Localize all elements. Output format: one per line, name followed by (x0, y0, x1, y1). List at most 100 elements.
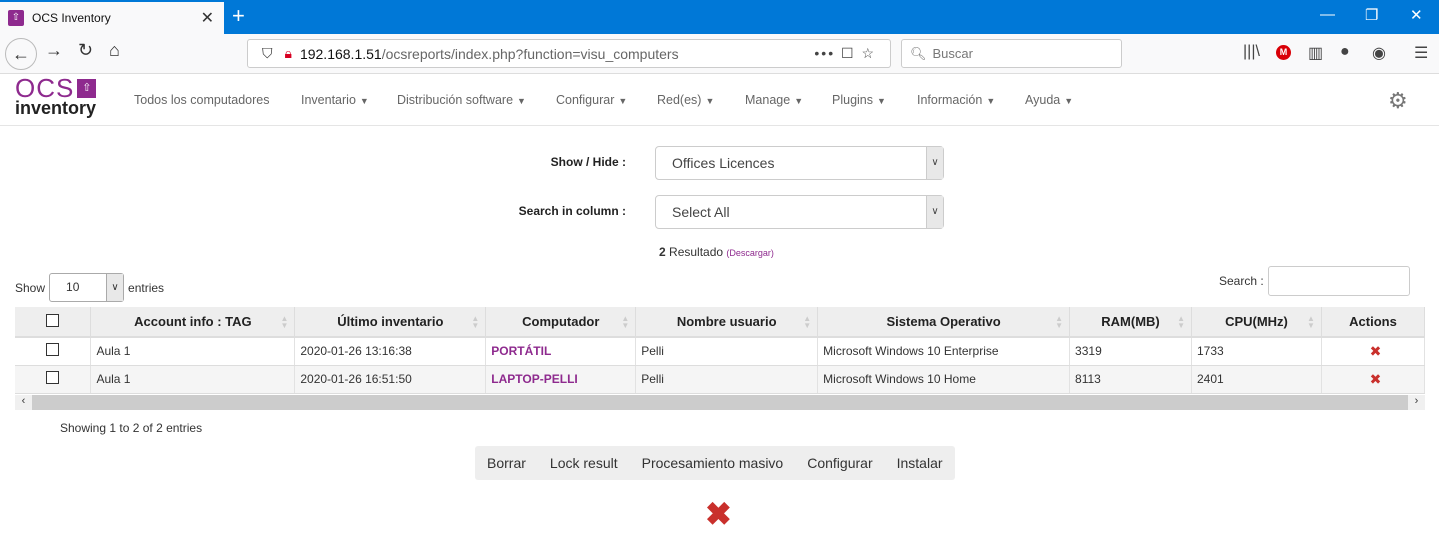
search-bar[interactable]: 🔍︎ Buscar (901, 39, 1122, 68)
sort-icon: ▲ ▼ (1307, 314, 1315, 330)
cell-cpu: 2401 (1191, 365, 1322, 394)
sidebar-icon[interactable]: ▥ (1308, 43, 1323, 63)
delete-selected-icon[interactable]: ✖ (705, 495, 732, 533)
action-buttons: Borrar Lock result Procesamiento masivo … (475, 446, 955, 480)
chevron-down-icon: ∨ (926, 147, 943, 179)
column-header[interactable]: Nombre usuario ▲ ▼ (635, 307, 819, 338)
column-header[interactable]: Último inventario ▲ ▼ (294, 307, 487, 338)
menu-inventario[interactable]: Inventario ▼ (301, 93, 369, 107)
column-header[interactable]: Computador ▲ ▼ (485, 307, 637, 338)
scroll-right-icon[interactable]: › (1408, 395, 1425, 410)
page-actions-icons[interactable]: ••• ☐ ☆ (814, 45, 876, 62)
scroll-left-icon[interactable]: ‹ (15, 395, 32, 410)
instalar-button[interactable]: Instalar (885, 446, 955, 480)
configurar-button[interactable]: Configurar (795, 446, 884, 480)
column-header[interactable]: Sistema Operativo ▲ ▼ (817, 307, 1071, 338)
menu-todos[interactable]: Todos los computadores (134, 93, 270, 107)
cell-os: Microsoft Windows 10 Home (817, 365, 1071, 394)
cell-os: Microsoft Windows 10 Enterprise (817, 337, 1071, 366)
close-tab-icon[interactable]: ✕ (201, 8, 214, 28)
menu-distribucion[interactable]: Distribución software ▼ (397, 93, 526, 107)
row-checkbox[interactable] (46, 343, 60, 357)
shield-icon: ⛉ (262, 45, 273, 61)
select-all-header[interactable] (15, 307, 92, 338)
horizontal-scrollbar[interactable]: ‹ › (15, 395, 1425, 410)
lock-result-button[interactable]: Lock result (538, 446, 630, 480)
back-icon[interactable]: ← (5, 38, 37, 70)
url-path: /ocsreports/index.php?function=visu_comp… (381, 45, 679, 62)
url-bar[interactable]: ⛉ 🔒︎ 192.168.1.51/ocsreports/index.php?fun… (247, 39, 891, 68)
search-icon: 🔍︎ (910, 45, 927, 61)
page-length: Show 10 ∨ entries (15, 273, 164, 302)
cell-last-inventory: 2020-01-26 16:51:50 (294, 365, 487, 394)
forward-icon[interactable]: → (45, 40, 63, 61)
page-length-select[interactable]: 10 ∨ (49, 273, 125, 302)
browser-tab[interactable]: ⇧ OCS Inventory ✕ (0, 2, 224, 34)
url-host: 192.168.1.51 (299, 45, 382, 62)
menu-ayuda[interactable]: Ayuda ▼ (1025, 93, 1073, 107)
column-header[interactable]: CPU(MHz) ▲ ▼ (1191, 307, 1322, 338)
sort-icon: ▲ ▼ (1177, 314, 1185, 330)
computer-link[interactable]: LAPTOP-PELLI (485, 365, 637, 394)
cell-ram: 8113 (1069, 365, 1192, 394)
menu-informacion[interactable]: Información ▼ (917, 93, 995, 107)
account-icon[interactable]: ◉ (1372, 43, 1386, 63)
sort-icon: ▲ ▼ (1055, 314, 1064, 330)
sort-icon: ▲ ▼ (471, 314, 480, 330)
close-window-icon[interactable]: ✕ (1410, 6, 1423, 24)
table-info: Showing 1 to 2 of 2 entries (60, 421, 203, 435)
cell-user: Pelli (635, 365, 819, 394)
cell-last-inventory: 2020-01-26 13:16:38 (294, 337, 487, 366)
show-hide-label: Show / Hide : (550, 155, 626, 169)
cell-tag: Aula 1 (90, 337, 296, 366)
computers-table: Account info : TAG ▲ ▼ Último inventario ▲ ▼… (15, 307, 1426, 394)
column-header[interactable]: Account info : TAG ▲ ▼ (90, 307, 296, 338)
search-placeholder: Buscar (932, 46, 973, 61)
menu-configurar[interactable]: Configurar ▼ (556, 93, 627, 107)
sort-icon: ▲ ▼ (803, 314, 812, 330)
logo-arrow-icon: ⇧ (77, 78, 97, 98)
row-checkbox[interactable] (46, 371, 60, 384)
mega-extension-icon[interactable]: M (1276, 45, 1291, 60)
column-header: Actions (1321, 307, 1426, 338)
table-search: Search : (1219, 266, 1410, 296)
delete-icon[interactable]: ✖ (1321, 365, 1426, 394)
mass-processing-button[interactable]: Procesamiento masivo (630, 446, 796, 480)
tab-title: OCS Inventory (32, 11, 111, 25)
cell-cpu: 1733 (1191, 337, 1322, 366)
home-icon[interactable]: ⌂ (109, 40, 120, 61)
sort-icon: ▲ ▼ (621, 314, 630, 330)
search-column-select[interactable]: Select All ∨ (655, 195, 944, 229)
sort-icon: ▲ ▼ (280, 314, 289, 330)
extension-icon[interactable]: ● (1340, 43, 1350, 61)
cell-ram: 3319 (1069, 337, 1192, 366)
show-hide-select[interactable]: Offices Licences ∨ (655, 146, 944, 180)
logo-text-top: OCS (15, 73, 75, 103)
reload-icon[interactable]: ↻ (78, 40, 93, 61)
borrar-button[interactable]: Borrar (475, 446, 538, 480)
new-tab-icon[interactable]: + (232, 3, 245, 29)
result-count: 2 Resultado (Descargar) (659, 245, 774, 259)
cell-tag: Aula 1 (90, 365, 296, 394)
chevron-down-icon: ∨ (926, 196, 943, 228)
ocs-favicon-icon: ⇧ (8, 10, 24, 26)
download-link[interactable]: (Descargar) (726, 248, 774, 258)
minimize-icon[interactable]: — (1320, 6, 1335, 23)
gear-icon[interactable]: ⚙ (1388, 88, 1408, 114)
column-header[interactable]: RAM(MB) ▲ ▼ (1069, 307, 1192, 338)
menu-redes[interactable]: Red(es) ▼ (657, 93, 714, 107)
search-column-label: Search in column : (518, 204, 626, 218)
delete-icon[interactable]: ✖ (1321, 337, 1426, 366)
ocs-logo[interactable]: OCS ⇧ inventory (15, 73, 97, 117)
menu-icon[interactable]: ☰ (1414, 43, 1428, 63)
chevron-down-icon: ∨ (106, 274, 124, 301)
table-row: Aula 1 2020-01-26 16:51:50 LAPTOP-PELLI … (15, 365, 1426, 394)
menu-manage[interactable]: Manage ▼ (745, 93, 803, 107)
library-icon[interactable]: |||\ (1243, 43, 1260, 61)
table-row: Aula 1 2020-01-26 13:16:38 PORTÁTIL Pell… (15, 337, 1426, 366)
computer-link[interactable]: PORTÁTIL (485, 337, 637, 366)
table-search-input[interactable] (1267, 266, 1410, 296)
restore-icon[interactable]: ❐ (1365, 6, 1378, 24)
menu-plugins[interactable]: Plugins ▼ (832, 93, 886, 107)
select-all-checkbox[interactable] (46, 313, 60, 327)
